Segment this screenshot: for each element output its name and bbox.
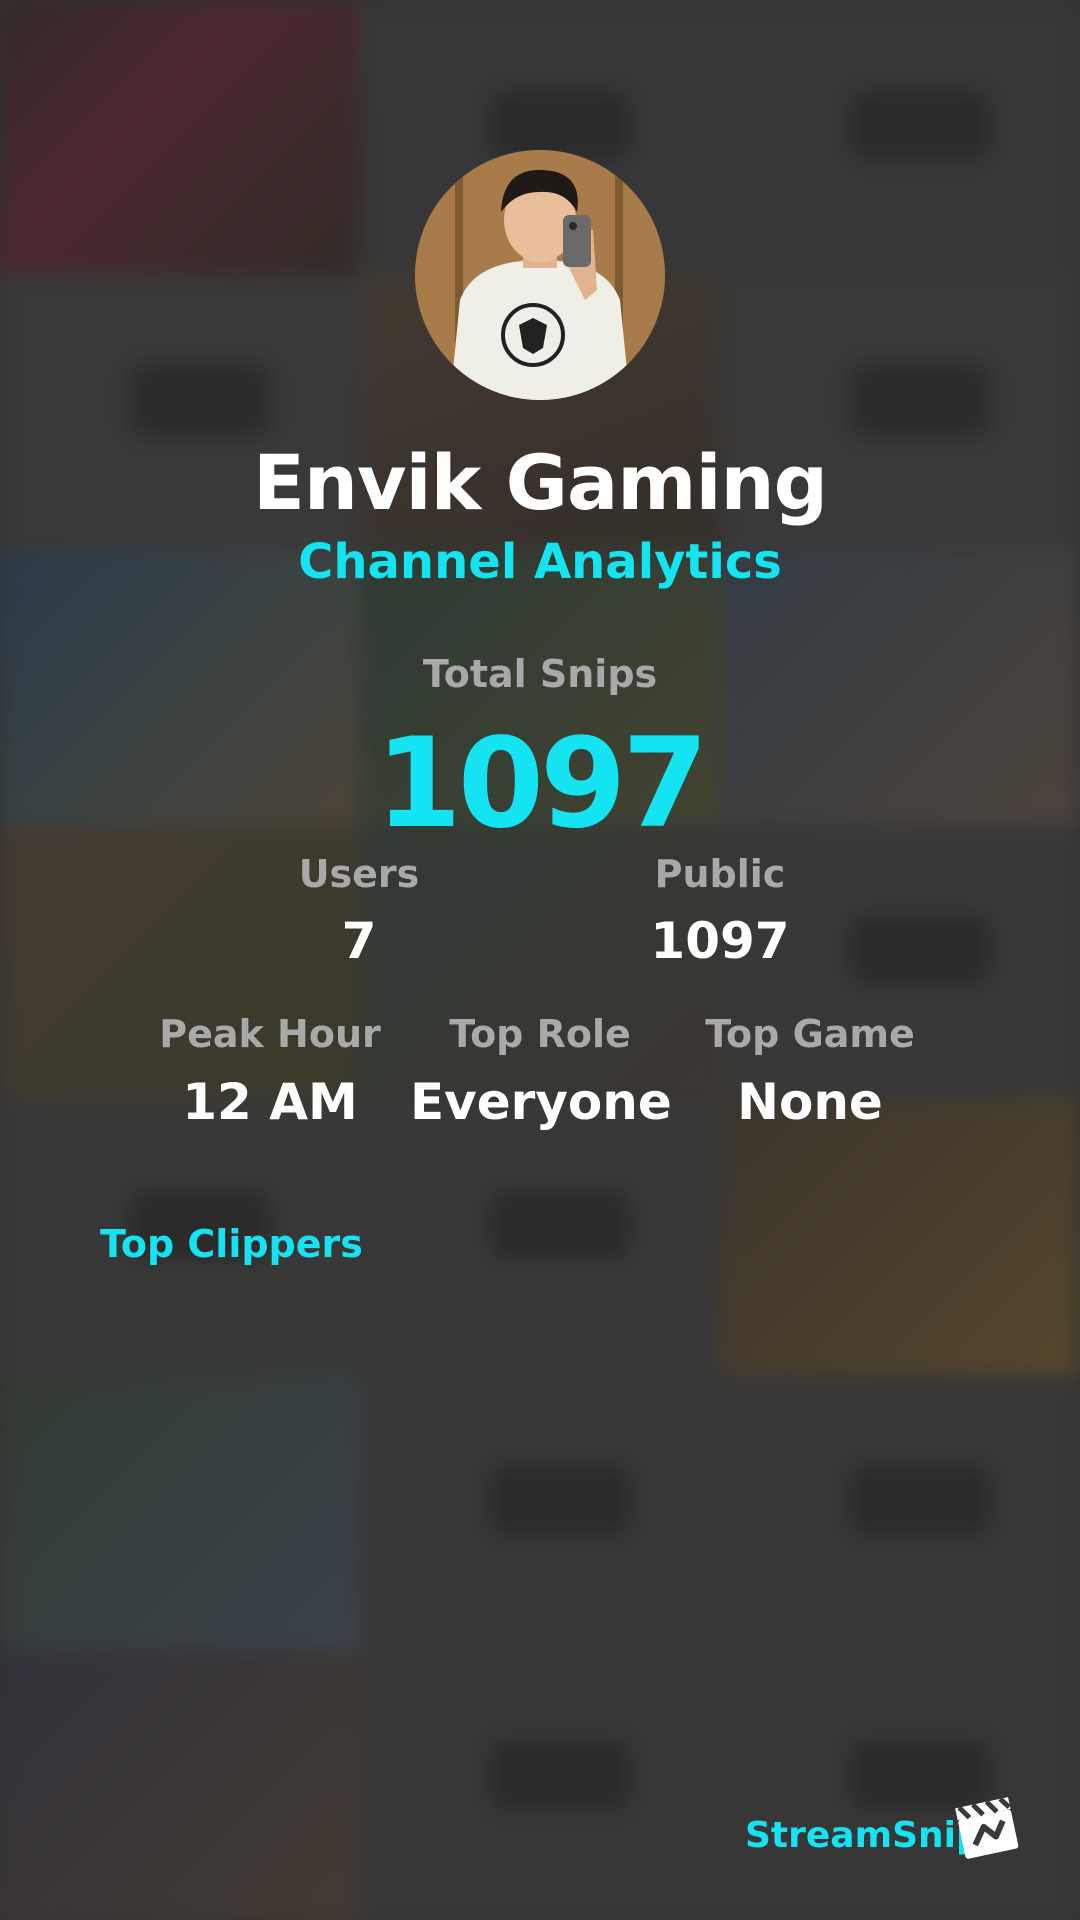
top-clippers-heading: Top Clippers [100, 1222, 363, 1266]
channel-name: Envik Gaming [252, 438, 828, 527]
channel-avatar [415, 150, 665, 400]
top-role-label: Top Role [449, 1012, 631, 1056]
top-game-label: Top Game [705, 1012, 915, 1056]
analytics-card: Envik Gaming Channel Analytics Total Sni… [0, 0, 1080, 1920]
public-value: 1097 [650, 912, 790, 970]
top-role-value: Everyone [410, 1073, 672, 1131]
total-snips-label: Total Snips [422, 652, 658, 696]
users-label: Users [298, 852, 420, 896]
public-label: Public [654, 852, 786, 896]
peak-hour-label: Peak Hour [159, 1012, 381, 1056]
users-value: 7 [341, 912, 377, 970]
total-snips-value: 1097 [375, 712, 708, 856]
peak-hour-value: 12 AM [182, 1073, 358, 1131]
top-game-value: None [737, 1073, 883, 1131]
brand-name: StreamSnip [745, 1815, 982, 1856]
user-photo-avatar-icon [415, 150, 665, 400]
clapperboard-icon [950, 1790, 1026, 1866]
page-subtitle: Channel Analytics [298, 534, 782, 590]
